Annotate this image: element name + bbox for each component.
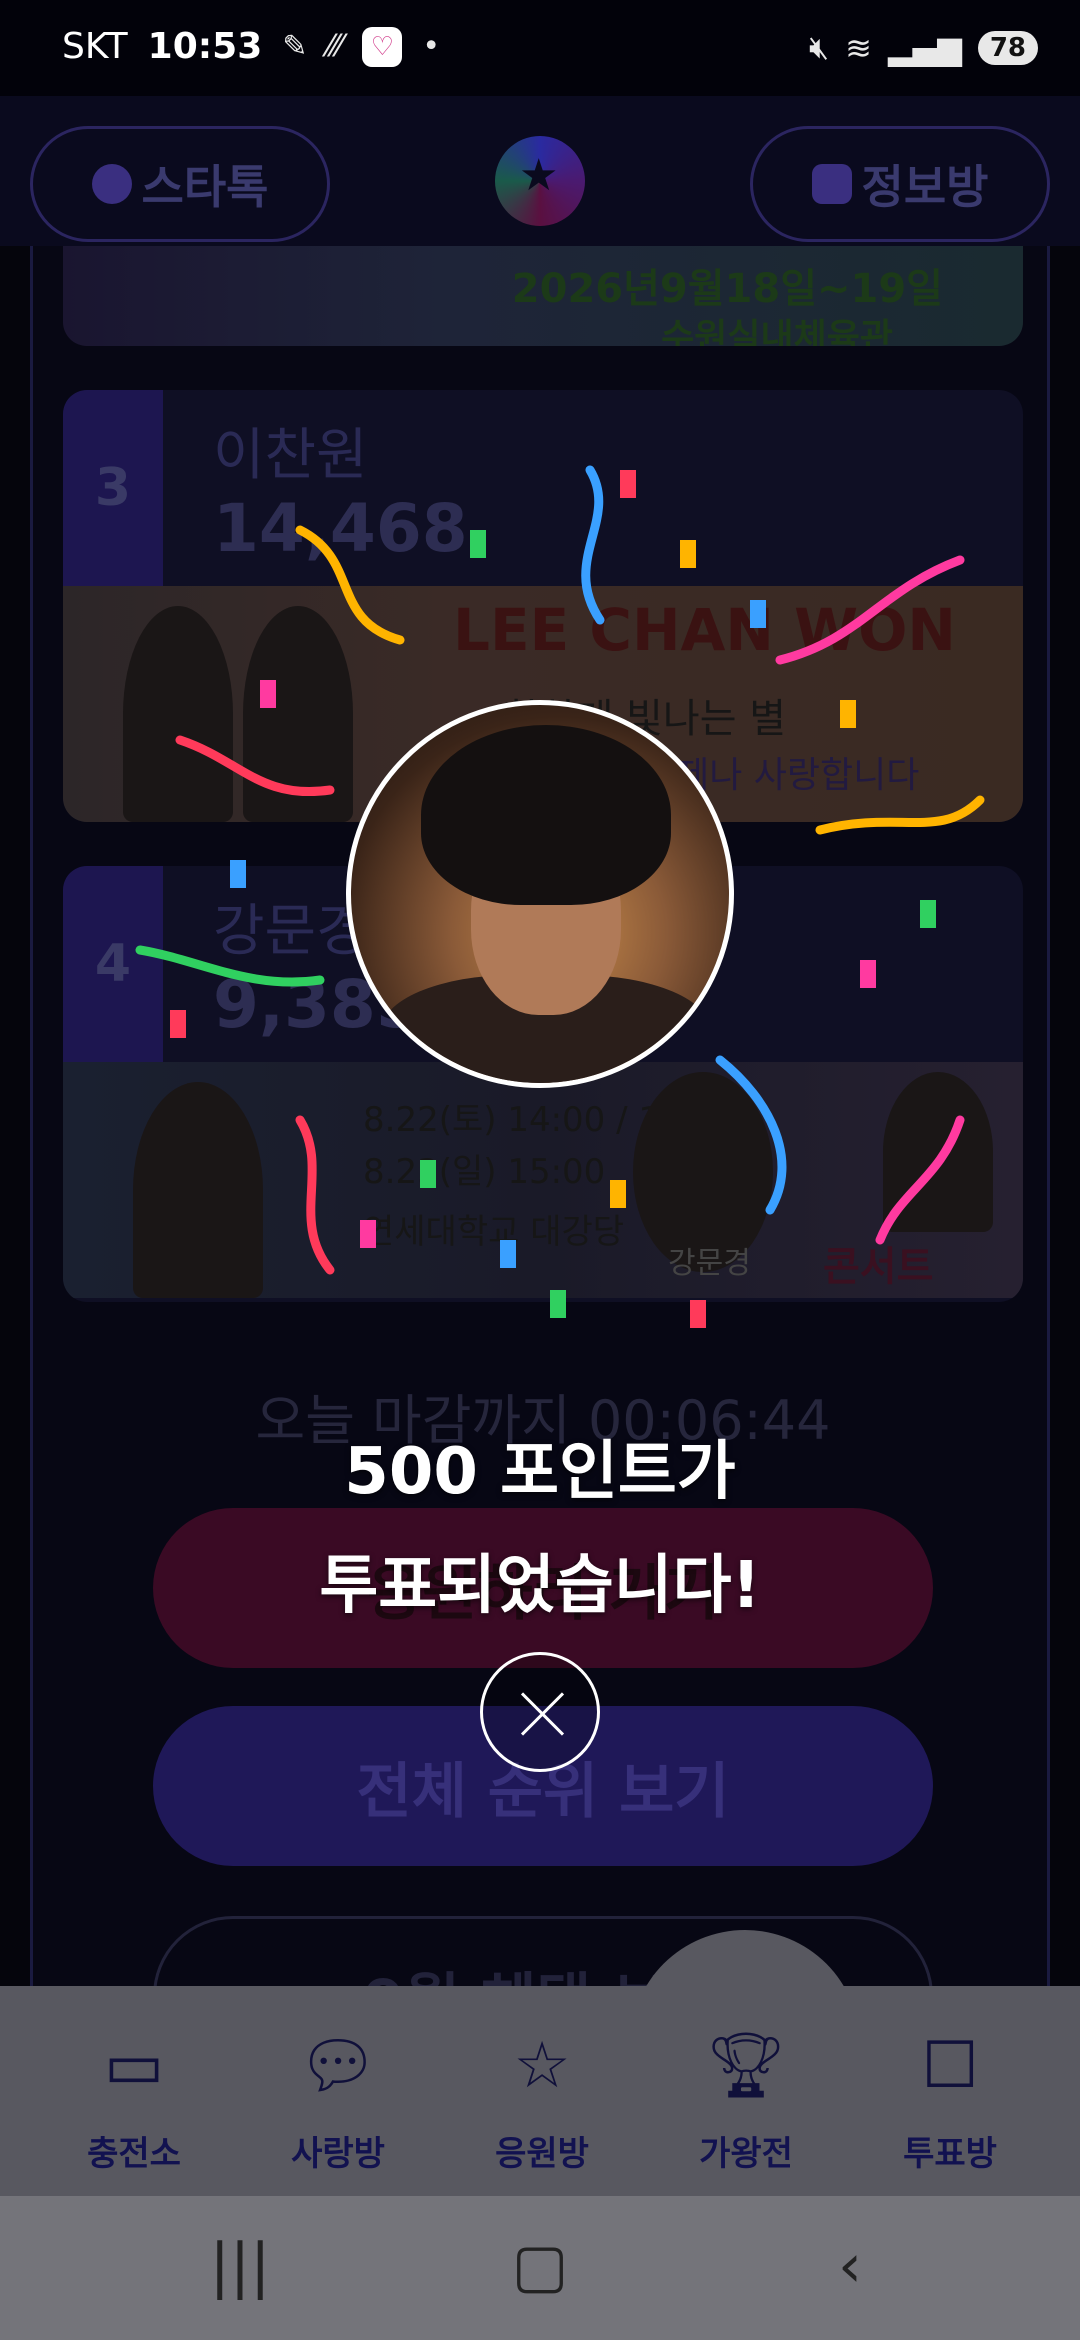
rank-number: 3 <box>63 390 163 586</box>
nav-item-vote-room[interactable]: ☐ 투표방 <box>860 1986 1040 2196</box>
startalk-label: 스타톡 <box>141 160 269 214</box>
singer-photo <box>133 1082 263 1298</box>
nav-item-love-room[interactable]: 💬︎ 사랑방 <box>248 1986 428 2196</box>
avatar-hair <box>421 725 671 905</box>
nav-item-champion[interactable]: 🏆︎ 가왕전 <box>656 1986 836 2196</box>
close-popup-button[interactable] <box>480 1652 600 1772</box>
star-icon: ☆ <box>513 2029 571 2103</box>
rank-score: 14,468 <box>213 490 468 567</box>
app-logo[interactable] <box>495 136 585 226</box>
singer-photo <box>243 606 353 822</box>
battery-level: 78 <box>977 30 1038 65</box>
system-nav-bar: ||| ▢ ‹ <box>0 2196 1080 2340</box>
nav-label: 투표방 <box>903 2134 997 2174</box>
mute-icon: 🔇︎ <box>809 28 830 66</box>
carrier-label: SKT <box>62 26 128 67</box>
singer-photo <box>883 1072 993 1232</box>
banner-line: 연세대학교 대강당 <box>363 1212 625 1252</box>
nav-label: 가왕전 <box>699 2134 793 2174</box>
signal-lines-icon: ⁄⁄⁄ <box>327 29 343 64</box>
ballot-box-icon: ☐ <box>921 2029 979 2103</box>
banner-line: 8.23(일) 15:00 <box>363 1152 606 1192</box>
cell-signal-icon: ▂▄▆ <box>887 28 962 67</box>
status-bar: SKT 10:53 ✎ ⁄⁄⁄ ♡ • 🔇︎ ≋ ▂▄▆ 78 <box>0 0 1080 96</box>
banner-tag: 콘서트 <box>823 1244 934 1290</box>
home-icon[interactable]: ▢ <box>490 2226 590 2306</box>
trophy-icon: 🏆︎ <box>705 2029 787 2103</box>
banner-title: LEE CHAN WON <box>453 596 956 664</box>
rank-number: 4 <box>63 866 163 1062</box>
nav-label: 응원방 <box>495 2134 589 2174</box>
bottom-nav: ▭ 충전소 💬︎ 사랑방 ☆ 응원방 🏆︎ 가왕전 ☐ 투표방 <box>0 1986 1080 2196</box>
status-left: SKT 10:53 ✎ ⁄⁄⁄ ♡ • <box>62 26 440 67</box>
nav-item-support-room[interactable]: ☆ 응원방 <box>452 1986 632 2196</box>
info-room-button[interactable]: 정보방 <box>750 126 1050 242</box>
app-header: 스타톡 정보방 <box>0 96 1080 246</box>
banner-dates: 2026년9월18일~19일 <box>511 266 943 312</box>
status-right: 🔇︎ ≋ ▂▄▆ 78 <box>809 28 1038 67</box>
dot-icon: • <box>422 29 441 64</box>
banner-singer-name: 강문경 <box>668 1246 751 1281</box>
battery-icon: ▭ <box>103 2029 165 2103</box>
feather-icon: ✎ <box>282 29 308 64</box>
nav-label: 사랑방 <box>291 2134 385 2174</box>
info-room-label: 정보방 <box>861 160 989 214</box>
popup-message-line1: 500 포인트가 <box>344 1435 736 1509</box>
recent-apps-icon[interactable]: ||| <box>190 2226 290 2306</box>
concert-banner[interactable]: 2026년9월18일~19일 수원실내체육관 <box>63 246 1023 346</box>
startalk-button[interactable]: 스타톡 <box>30 126 330 242</box>
profile-card-icon <box>811 164 852 204</box>
rank-name: 이찬원 <box>213 423 368 488</box>
chat-icon: 💬︎ <box>297 2029 379 2103</box>
popup-message-line2: 투표되었습니다! <box>319 1549 761 1623</box>
wifi-icon: ≋ <box>845 28 872 67</box>
clock: 10:53 <box>147 26 263 67</box>
singer-photo <box>123 606 233 822</box>
rank-name: 강문경 <box>213 899 368 964</box>
nav-item-charge[interactable]: ▭ 충전소 <box>44 1986 224 2196</box>
back-icon[interactable]: ‹ <box>800 2226 900 2306</box>
rank-banner: 8.22(토) 14:00 / 18:30 8.23(일) 15:00 연세대학… <box>63 1062 1023 1298</box>
heart-app-icon: ♡ <box>362 26 403 67</box>
star-chat-icon <box>91 164 132 204</box>
banner-venue: 수원실내체육관 <box>661 317 893 346</box>
nav-label: 충전소 <box>87 2134 181 2174</box>
voted-singer-avatar <box>346 700 734 1088</box>
